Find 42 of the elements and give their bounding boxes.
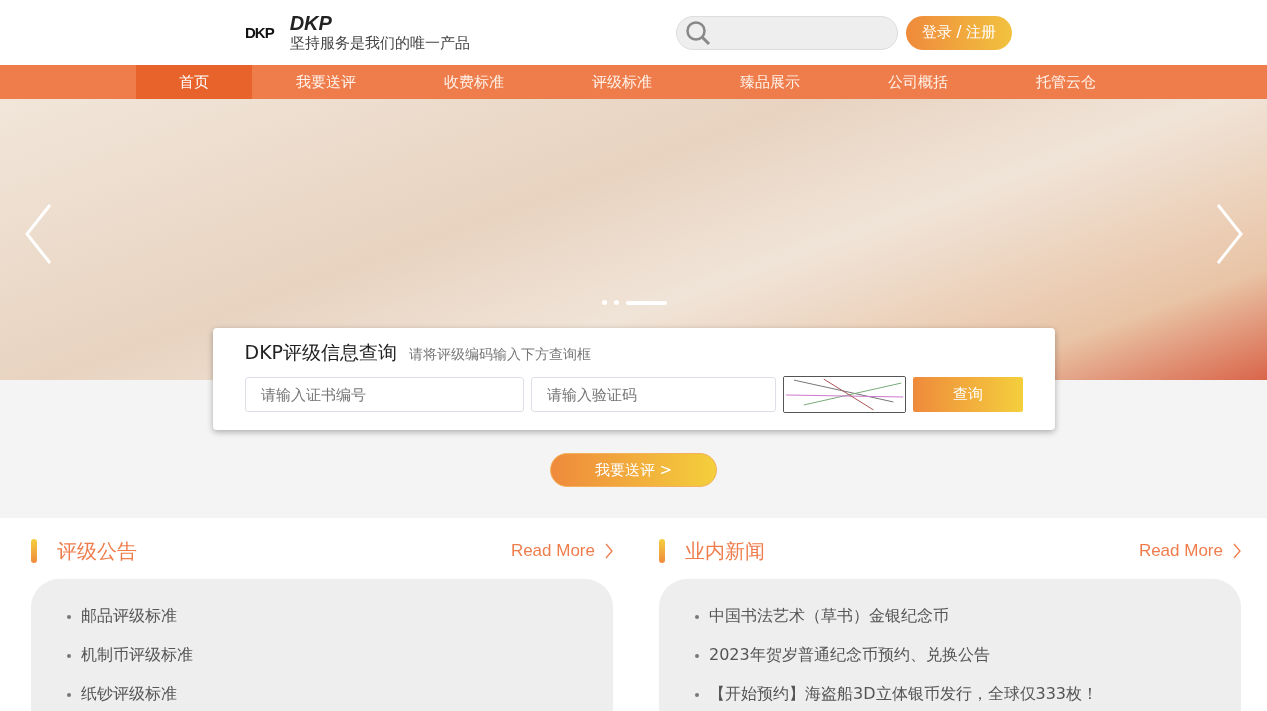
nav-tab[interactable]: 公司概括 <box>844 65 992 99</box>
query-button[interactable]: 查询 <box>913 377 1023 412</box>
bullet-dot <box>695 614 699 619</box>
accent-bar <box>31 539 37 563</box>
list-item[interactable]: 中国书法艺术（草书）金银纪念币 <box>709 606 949 627</box>
read-more-link[interactable]: Read More <box>510 541 613 561</box>
bullet-dot <box>67 614 71 619</box>
carousel-dot[interactable] <box>614 300 619 305</box>
certificate-input[interactable]: 请输入证书编号 <box>244 377 525 412</box>
submit-appraisal-button[interactable]: 我要送评 > <box>550 453 717 487</box>
search-icon <box>684 19 711 46</box>
list-item[interactable]: 纸钞评级标准 <box>81 684 177 705</box>
bullet-dot <box>67 653 71 658</box>
read-more-link[interactable]: Read More <box>1138 541 1241 561</box>
brand-name: DKP <box>289 12 333 34</box>
nav-tab[interactable]: 我要送评 <box>252 65 400 99</box>
carousel-dot[interactable] <box>602 300 607 305</box>
captcha-input[interactable]: 请输入验证码 <box>531 377 776 412</box>
nav-tab[interactable]: 臻品展示 <box>696 65 844 99</box>
chevron-icon <box>1233 543 1241 559</box>
login-button[interactable]: 登录 / 注册 <box>905 15 1013 50</box>
search-field[interactable] <box>675 15 898 50</box>
list-item[interactable]: 机制币评级标准 <box>81 645 193 666</box>
bullet-dot <box>67 692 71 697</box>
list-item[interactable]: 【开始预约】海盗船3D立体银币发行，全球仅333枚！ <box>709 684 1099 705</box>
bullet-dot <box>695 692 699 697</box>
query-hint: 请将评级编码输入下方查询框 <box>409 346 592 364</box>
bullet-dot <box>695 653 699 658</box>
chevron-icon <box>605 543 613 559</box>
nav-tab[interactable]: 首页 <box>136 65 252 99</box>
list-item[interactable]: 2023年贺岁普通纪念币预约、兑换公告 <box>709 645 990 666</box>
section-title: 业内新闻 <box>685 537 766 565</box>
logo-mark: DKP <box>245 24 274 41</box>
query-title: DKP评级信息查询 <box>244 340 398 365</box>
nav-tab[interactable]: 评级标准 <box>548 65 696 99</box>
section-title: 评级公告 <box>57 537 138 565</box>
list-item[interactable]: 邮品评级标准 <box>81 606 177 627</box>
nav-tab[interactable]: 收费标准 <box>400 65 548 99</box>
slogan: 坚持服务是我们的唯一产品 <box>289 34 470 53</box>
captcha-image[interactable] <box>782 376 907 413</box>
nav-tab[interactable]: 托管云仓 <box>992 65 1140 99</box>
accent-bar <box>659 539 665 563</box>
